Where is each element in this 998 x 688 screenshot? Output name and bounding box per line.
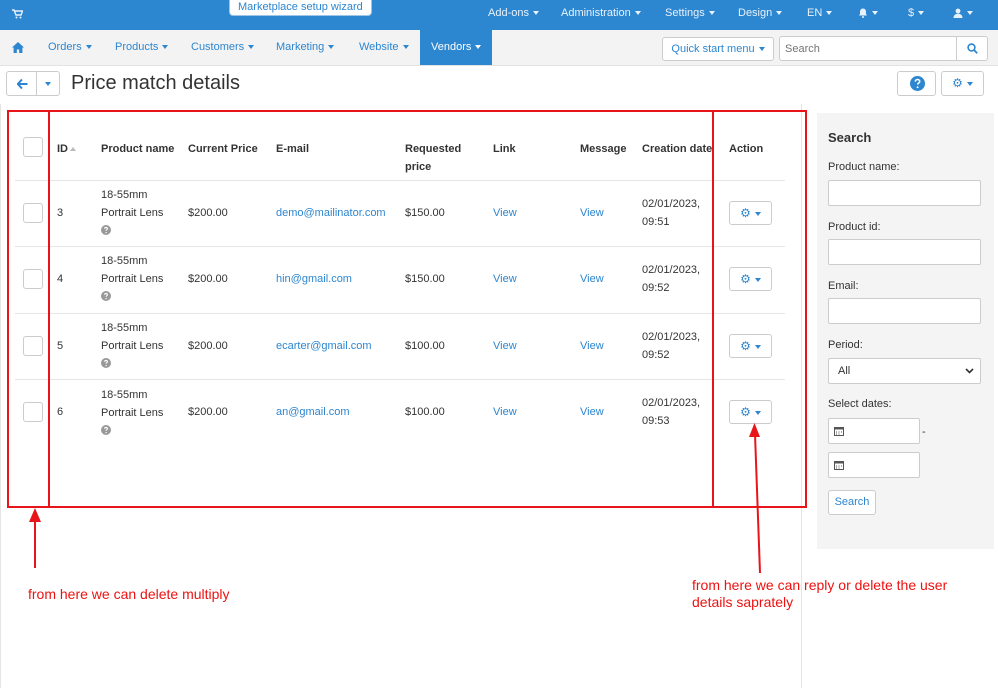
annotation-text-right-line1: from here we can reply or delete the use…: [692, 577, 948, 593]
annotation-text-right: from here we can reply or delete the use…: [692, 577, 947, 611]
annotation-arrowhead-right: [749, 423, 760, 437]
annotation-text-right-line2: details saprately: [692, 594, 794, 610]
annotation-text-left: from here we can delete multiply: [28, 586, 230, 602]
annotation-arrow-right: [754, 433, 761, 574]
annotation-arrowhead-left: [29, 508, 41, 522]
